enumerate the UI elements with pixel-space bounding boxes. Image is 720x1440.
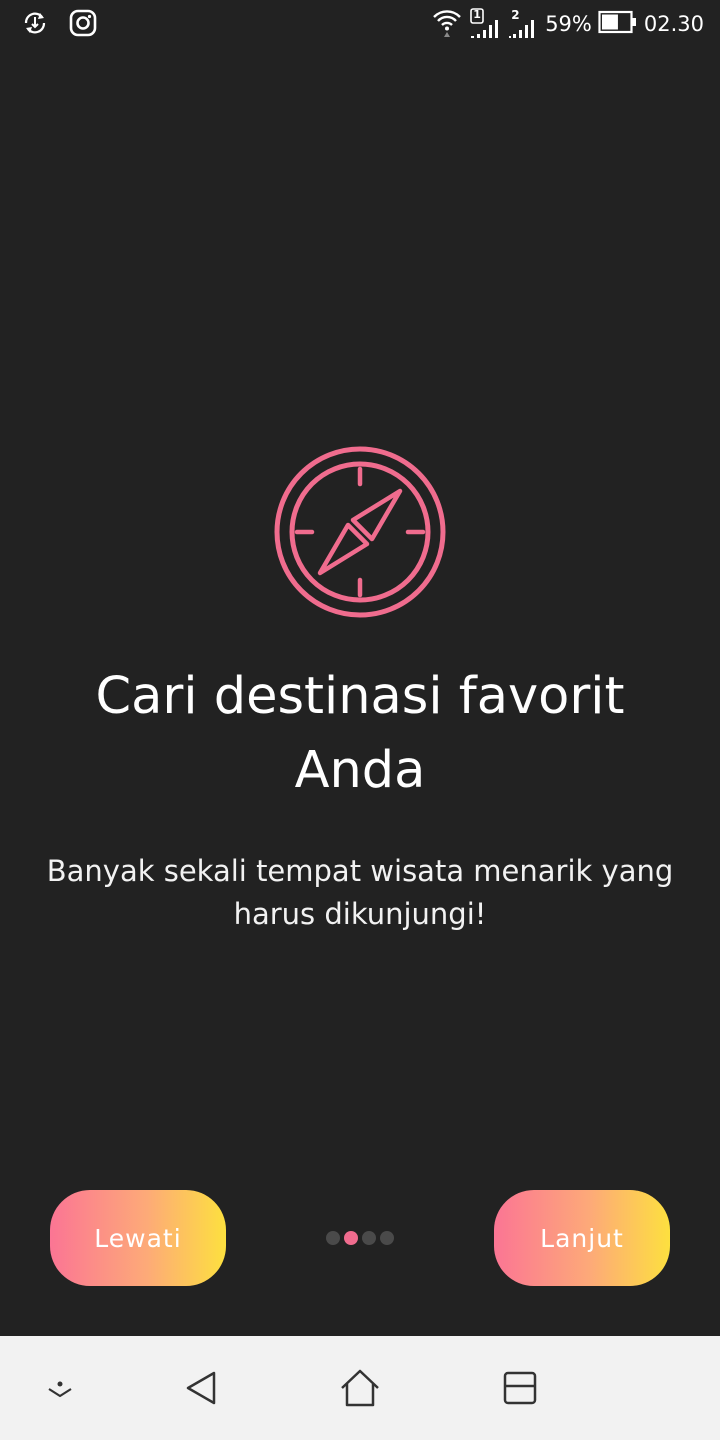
hide-nav-icon[interactable] <box>36 1364 84 1412</box>
sim1-label: 1 <box>473 8 481 21</box>
home-icon[interactable] <box>336 1364 384 1412</box>
page-indicator <box>326 1231 394 1245</box>
status-bar: 1 2 59% 02.30 <box>0 0 720 48</box>
battery-icon <box>598 10 638 38</box>
recent-apps-icon[interactable] <box>496 1364 544 1412</box>
clock: 02.30 <box>643 12 704 36</box>
back-icon[interactable] <box>176 1364 224 1412</box>
onboarding-screen: 1 2 59% 02.30 Cari destinasi favorit And… <box>0 0 720 1440</box>
next-button[interactable]: Lanjut <box>494 1190 670 1286</box>
onboarding-subtitle: Banyak sekali tempat wisata menarik yang… <box>46 854 674 931</box>
battery-percent: 59% <box>545 12 592 36</box>
navigation-bar <box>0 1336 720 1440</box>
page-dot <box>326 1231 340 1245</box>
compass-icon <box>274 446 446 618</box>
sim2-label: 2 <box>511 8 520 22</box>
onboarding-title: Cari destinasi favorit Anda <box>95 667 625 800</box>
skip-button[interactable]: Lewati <box>50 1190 226 1286</box>
page-dot-active <box>344 1231 358 1245</box>
page-dot <box>362 1231 376 1245</box>
instagram-icon <box>68 8 98 42</box>
signal-sim2-icon: 2 <box>509 8 539 40</box>
page-dot <box>380 1231 394 1245</box>
download-sync-icon <box>20 8 50 42</box>
wifi-icon <box>431 6 463 42</box>
signal-sim1-icon: 1 <box>469 8 503 40</box>
